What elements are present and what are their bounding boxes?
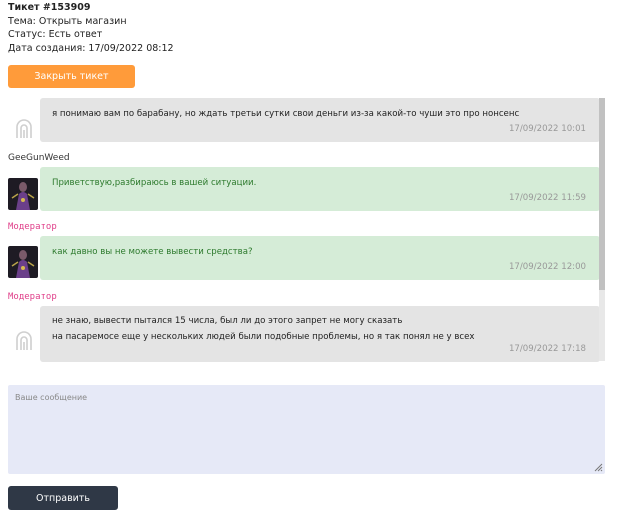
- close-ticket-button[interactable]: Закрыть тикет: [8, 65, 135, 88]
- message-text: я понимаю вам по барабану, но ждать трет…: [52, 109, 520, 119]
- chat-scrollbar-thumb[interactable]: [599, 98, 605, 290]
- message-author: GeeGunWeed: [8, 153, 70, 163]
- moderator-role-label: Модератор: [8, 222, 57, 232]
- ticket-title: Тикет #153909: [8, 2, 91, 13]
- message-bubble: как давно вы не можете вывести средства?…: [40, 236, 600, 280]
- message-text: на пасаремосе еще у нескольких людей был…: [52, 332, 475, 342]
- message-bubble: не знаю, вывести пытался 15 числа, был л…: [40, 306, 600, 362]
- message-time: 17/09/2022 11:59: [508, 193, 586, 203]
- message-input[interactable]: Ваше сообщение: [8, 385, 605, 474]
- message-bubble: я понимаю вам по барабану, но ждать трет…: [40, 98, 600, 142]
- ticket-status: Статус: Есть ответ: [8, 29, 103, 40]
- moderator-avatar: [8, 246, 38, 278]
- ticket-info: Тикет #153909 Тема: Открыть магазин Стат…: [8, 1, 174, 55]
- ticket-created: Дата создания: 17/09/2022 08:12: [8, 42, 174, 54]
- message-text: Приветствую,разбираюсь в вашей ситуации.: [52, 178, 257, 188]
- message-time: 17/09/2022 10:01: [508, 124, 586, 134]
- chat-history[interactable]: я понимаю вам по барабану, но ждать трет…: [0, 94, 606, 364]
- message-time: 17/09/2022 12:00: [508, 262, 586, 272]
- message-text: не знаю, вывести пытался 15 числа, был л…: [52, 316, 403, 326]
- user-logo-icon: [16, 119, 32, 138]
- ticket-subject: Тема: Открыть магазин: [8, 15, 127, 27]
- message-text: как давно вы не можете вывести средства?: [52, 247, 253, 257]
- moderator-avatar: [8, 178, 38, 210]
- send-button[interactable]: Отправить: [8, 486, 118, 510]
- moderator-role-label: Модератор: [8, 292, 57, 302]
- user-logo-icon: [16, 331, 32, 350]
- message-input-placeholder: Ваше сообщение: [15, 393, 88, 402]
- resize-handle-icon[interactable]: [593, 462, 603, 472]
- message-time: 17/09/2022 17:18: [508, 344, 586, 354]
- message-bubble: Приветствую,разбираюсь в вашей ситуации.…: [40, 167, 600, 211]
